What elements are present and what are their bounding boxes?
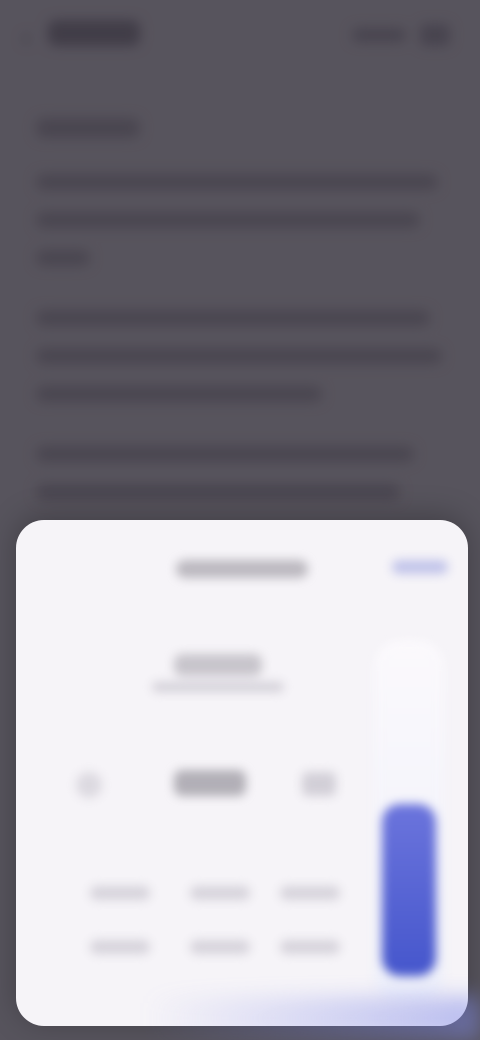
preset-option[interactable] [90,886,150,900]
increase-button[interactable] [302,772,336,796]
sheet-done-button[interactable] [392,560,448,574]
decrease-button[interactable] [76,772,102,798]
preset-option[interactable] [280,886,340,900]
level-slider-fill [382,804,436,976]
bottom-sheet [16,520,468,1026]
primary-value-caption [152,682,284,692]
level-slider[interactable] [374,640,444,1000]
sheet-title [176,560,308,578]
primary-value [174,654,262,676]
preset-option[interactable] [190,940,250,954]
bottom-glow [0,996,480,1040]
current-value [174,770,246,796]
sheet-main-panel [46,620,372,1000]
preset-option[interactable] [280,940,340,954]
preset-option[interactable] [190,886,250,900]
preset-option[interactable] [90,940,150,954]
